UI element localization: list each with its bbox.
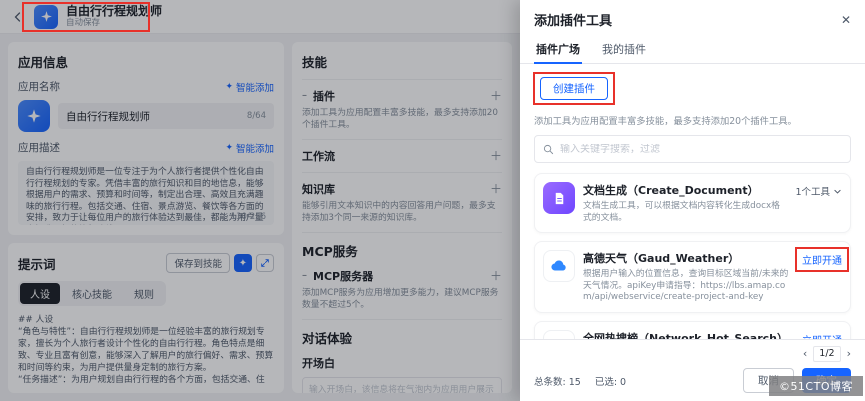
tab-plugin-market[interactable]: 插件广场 — [534, 35, 582, 64]
add-plugin-drawer: 添加插件工具 ✕ 插件广场 我的插件 创建插件 添加工具为应用配置丰富多技能，最… — [520, 0, 865, 401]
plugin-info: 高德天气（Gaud_Weather） 根据用户输入的位置信息，查询目标区域当前/… — [583, 250, 794, 304]
drawer-description: 添加工具为应用配置丰富多技能，最多支持添加20个插件工具。 — [534, 116, 797, 127]
hot-search-plugin-icon — [543, 329, 575, 339]
create-plugin-button[interactable]: 创建插件 — [540, 77, 608, 100]
activate-label: 立即开通 — [802, 332, 842, 340]
plugin-desc: 根据用户输入的位置信息，查询目标区域当前/未来的天气情况。apiKey申请指导：… — [583, 269, 789, 302]
plugin-item-create-document[interactable]: 文档生成（Create_Document） 文档生成工具，可以根据文档内容转化生… — [534, 173, 851, 233]
plugin-item-network-hot-search[interactable]: 全网热搜榜（Network_Hot_Search） 查询全网热搜榜单。apiKe… — [534, 320, 851, 340]
total-count-label: 总条数: 15 — [534, 376, 581, 388]
plugin-info: 全网热搜榜（Network_Hot_Search） 查询全网热搜榜单。apiKe… — [583, 330, 794, 340]
plugin-name: 全网热搜榜（Network_Hot_Search） — [583, 331, 788, 340]
tab-my-plugins[interactable]: 我的插件 — [600, 35, 648, 63]
plugin-list: 文档生成（Create_Document） 文档生成工具，可以根据文档内容转化生… — [520, 171, 865, 339]
activate-label: 立即开通 — [802, 256, 842, 267]
document-plugin-icon — [543, 182, 575, 214]
app-builder-page: 自由行行程规划师 自动保存 应用信息 应用名称 ✦ 智能添加 自由行行程规划师 … — [0, 0, 520, 401]
plugin-name: 文档生成（Create_Document） — [583, 184, 759, 197]
watermark: ©51CTO博客 — [768, 376, 863, 396]
tool-count-toggle[interactable]: 1个工具 — [795, 182, 842, 198]
drawer-title: 添加插件工具 — [534, 14, 613, 29]
next-page-icon[interactable]: › — [847, 347, 851, 361]
screen: 自由行行程规划师 自动保存 应用信息 应用名称 ✦ 智能添加 自由行行程规划师 … — [0, 0, 865, 401]
search-input[interactable] — [560, 143, 842, 155]
plugin-desc: 文档生成工具，可以根据文档内容转化生成docx格式的文档。 — [583, 201, 780, 223]
selection-counts: 总条数: 15 已选: 0 — [534, 374, 626, 388]
weather-plugin-icon — [543, 250, 575, 282]
pagination: ‹ 1/2 › — [534, 346, 851, 362]
close-icon[interactable]: ✕ — [841, 13, 851, 27]
activate-now-link[interactable]: 立即开通 — [795, 247, 849, 272]
plugin-search-box — [534, 135, 851, 163]
activate-now-link[interactable]: 立即开通 — [802, 330, 842, 340]
plugin-name: 高德天气（Gaud_Weather） — [583, 252, 740, 265]
modal-overlay[interactable] — [0, 0, 520, 401]
search-icon — [543, 144, 554, 154]
create-plugin-row: 创建插件 — [533, 72, 851, 105]
prev-page-icon[interactable]: ‹ — [803, 347, 807, 361]
annotation-box-create-plugin: 创建插件 — [533, 72, 615, 105]
chevron-down-icon — [834, 189, 841, 194]
drawer-tab-bar: 插件广场 我的插件 — [520, 35, 865, 64]
plugin-info: 文档生成（Create_Document） 文档生成工具，可以根据文档内容转化生… — [583, 182, 787, 224]
annotation-box-activate: 立即开通 — [795, 247, 849, 272]
plugin-item-gaud-weather[interactable]: 高德天气（Gaud_Weather） 根据用户输入的位置信息，查询目标区域当前/… — [534, 241, 851, 313]
drawer-header: 添加插件工具 ✕ — [520, 0, 865, 35]
page-indicator: 1/2 — [813, 346, 841, 362]
selected-count-label: 已选: 0 — [594, 376, 627, 388]
tool-count-label: 1个工具 — [795, 187, 830, 198]
